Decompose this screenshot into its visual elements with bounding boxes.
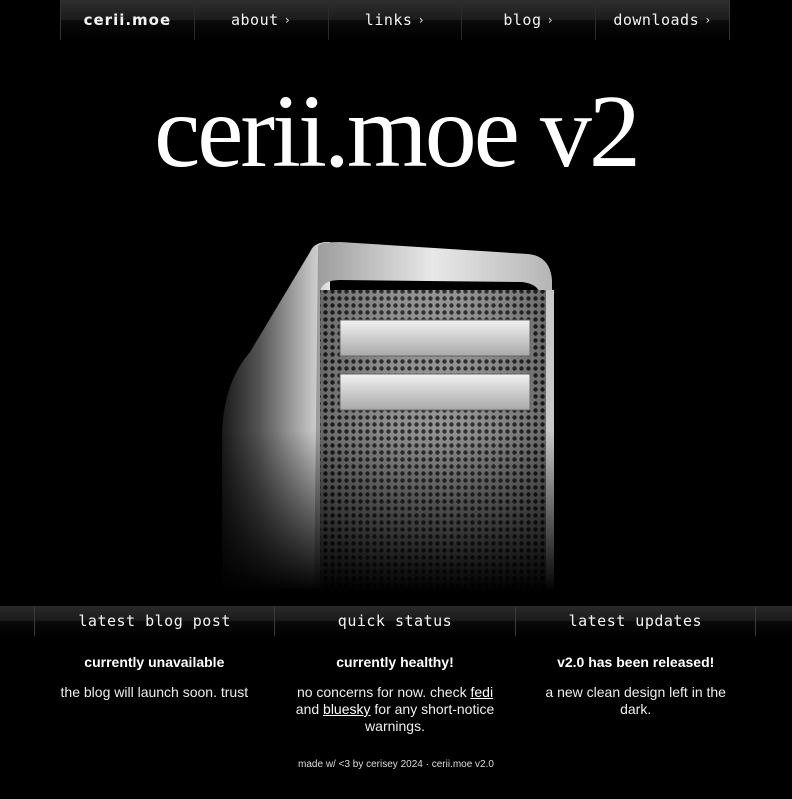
info-columns: currently unavailable the blog will laun… bbox=[34, 650, 756, 735]
updates-body: a new clean design left in the dark. bbox=[545, 684, 726, 717]
updates-column: v2.0 has been released! a new clean desi… bbox=[515, 650, 756, 735]
nav-item-downloads[interactable]: downloads › bbox=[596, 0, 729, 40]
nav-item-label: downloads bbox=[613, 11, 700, 29]
blog-body: the blog will launch soon. trust bbox=[60, 684, 249, 700]
chevron-right-icon: › bbox=[417, 13, 426, 27]
status-body-middle: and bbox=[295, 701, 320, 717]
nav-item-about[interactable]: about › bbox=[195, 0, 329, 40]
nav-item-label: blog bbox=[503, 11, 542, 29]
section-header-updates: latest updates bbox=[568, 612, 703, 630]
nav-item-label: links bbox=[364, 11, 413, 29]
page-title: cerii.moe v2 bbox=[154, 74, 641, 189]
top-nav: cerii.moe about › links › blog › downloa… bbox=[60, 0, 730, 40]
chevron-right-icon: › bbox=[704, 13, 712, 27]
bluesky-link[interactable]: bluesky bbox=[323, 701, 370, 717]
computer-tower-image bbox=[210, 232, 570, 592]
chevron-right-icon: › bbox=[283, 13, 292, 27]
nav-item-links[interactable]: links › bbox=[329, 0, 463, 40]
section-header-status: quick status bbox=[275, 606, 516, 636]
blog-column: currently unavailable the blog will laun… bbox=[34, 650, 275, 735]
nav-brand-label: cerii.moe bbox=[83, 11, 172, 29]
status-heading: currently healthy! bbox=[336, 654, 454, 670]
section-header-bar: latest blog post quick status latest upd… bbox=[0, 606, 792, 636]
nav-brand-link[interactable]: cerii.moe bbox=[61, 0, 195, 40]
status-column: currently healthy! no concerns for now. … bbox=[275, 650, 516, 735]
blog-heading: currently unavailable bbox=[84, 654, 225, 670]
footer-text: made w/ <3 by cerisey 2024 · cerii.moe v… bbox=[298, 759, 494, 770]
section-header-blog: latest blog post bbox=[35, 606, 276, 636]
status-body: no concerns for now. check fedi and blues… bbox=[289, 684, 502, 735]
status-body-prefix: no concerns for now. check bbox=[296, 684, 467, 700]
status-body-suffix: for any short-notice warnings. bbox=[365, 701, 495, 734]
nav-item-blog[interactable]: blog › bbox=[462, 0, 597, 40]
chevron-right-icon: › bbox=[546, 13, 555, 27]
updates-heading: v2.0 has been released! bbox=[557, 654, 715, 670]
nav-item-label: about bbox=[231, 11, 279, 29]
fedi-link[interactable]: fedi bbox=[470, 684, 493, 700]
